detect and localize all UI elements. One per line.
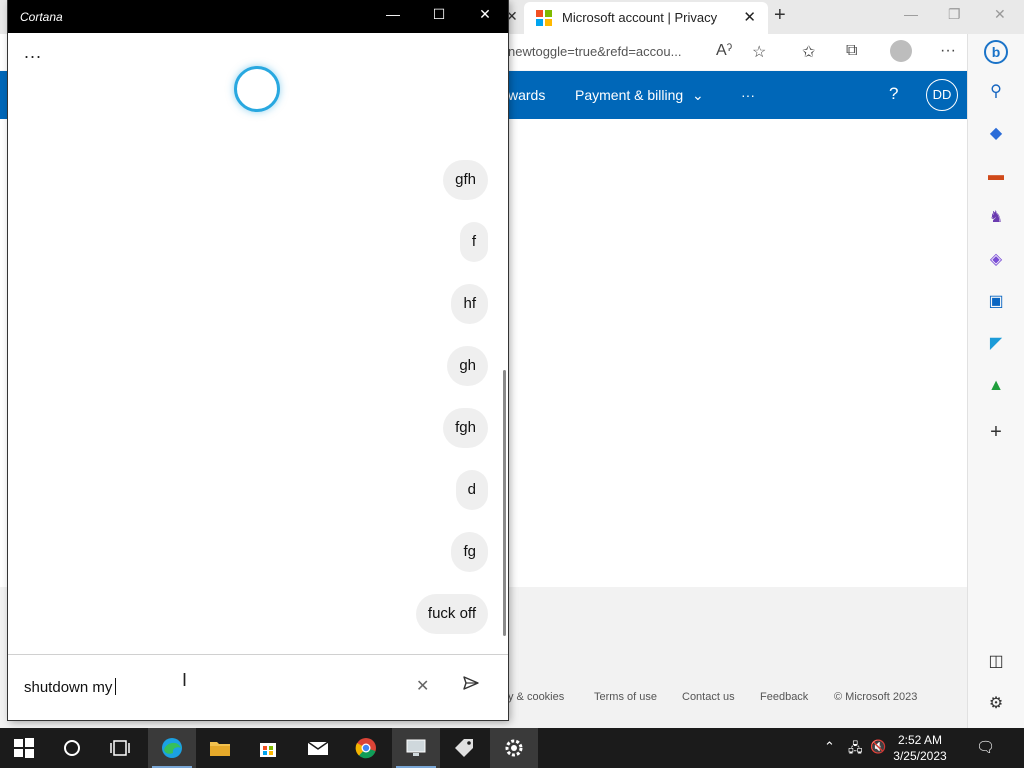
collections-icon[interactable]: ⧉: [846, 42, 857, 60]
store-button[interactable]: [244, 728, 292, 768]
minimize-button[interactable]: —: [378, 6, 408, 26]
new-tab-button[interactable]: +: [774, 4, 786, 27]
browser-restore-button[interactable]: ❐: [948, 6, 961, 23]
footer-feedback-link[interactable]: Feedback: [760, 691, 808, 703]
edge-sidebar: b ⚲ ◆ ▬ ♞ ◈ ▣ ◤ ▲ + ◫ ⚙: [967, 34, 1024, 728]
search-icon[interactable]: ⚲: [986, 82, 1006, 102]
cortana-title: Cortana: [20, 10, 63, 24]
user-message: hf: [451, 284, 488, 324]
tab-close-icon[interactable]: ✕: [743, 8, 756, 26]
nav-rewards[interactable]: wards: [508, 87, 545, 103]
user-message: f: [459, 222, 488, 262]
cortana-ring-icon: [234, 66, 280, 112]
account-avatar[interactable]: DD: [926, 79, 958, 111]
plus-icon[interactable]: +: [986, 422, 1006, 442]
volume-muted-icon[interactable]: 🔇: [870, 739, 886, 755]
show-hidden-icons-icon[interactable]: ⌃: [824, 739, 835, 755]
user-message: fuck off: [415, 594, 488, 634]
send-button[interactable]: [462, 674, 480, 692]
network-icon[interactable]: 🖧: [848, 739, 863, 761]
tab-title: Microsoft account | Privacy: [562, 10, 718, 25]
text-caret: [115, 678, 117, 695]
clock[interactable]: 2:52 AM 3/25/2023: [890, 732, 950, 764]
gear-icon: [505, 739, 523, 757]
outlook-icon[interactable]: ▣: [986, 292, 1006, 312]
cortana-circle-icon: [64, 740, 80, 756]
favorites-icon[interactable]: ✩: [802, 42, 815, 62]
remote-desktop-button[interactable]: [392, 728, 440, 768]
office-icon[interactable]: ◈: [986, 250, 1006, 270]
user-message: fg: [451, 532, 488, 572]
notifications-icon[interactable]: 🗨: [976, 738, 995, 756]
tab-microsoft-account[interactable]: Microsoft account | Privacy ✕: [524, 2, 768, 34]
tree-icon[interactable]: ▲: [986, 376, 1006, 396]
chat-scrollbar[interactable]: [503, 370, 506, 636]
chrome-icon: [355, 738, 376, 759]
footer-copyright: © Microsoft 2023: [834, 691, 918, 703]
settings-taskbar-button[interactable]: [490, 728, 538, 768]
nav-more[interactable]: ···: [741, 87, 755, 103]
footer-terms-link[interactable]: Terms of use: [594, 691, 657, 703]
add-favorite-icon[interactable]: ☆: [752, 42, 766, 62]
mail-button[interactable]: [294, 728, 342, 768]
chrome-button[interactable]: [342, 728, 390, 768]
ibeam-cursor-icon: I: [182, 670, 188, 690]
more-options-icon[interactable]: ...: [24, 42, 42, 63]
help-button[interactable]: ?: [889, 84, 898, 104]
input-text: shutdown my: [24, 679, 113, 696]
clock-time: 2:52 AM: [897, 733, 943, 747]
store-icon: [260, 743, 276, 757]
chess-icon[interactable]: ♞: [986, 208, 1006, 228]
edge-taskbar-button[interactable]: [148, 728, 196, 768]
cortana-window: Cortana — ☐ ✕ ... gfh f hf gh fgh d fg f…: [8, 0, 508, 720]
maximize-button[interactable]: ☐: [424, 6, 454, 26]
mail-icon: [307, 741, 329, 755]
folder-icon: [210, 742, 230, 756]
task-view-icon: [110, 740, 130, 756]
taskbar: ⌃ 🖧 🔇 2:52 AM 3/25/2023 🗨: [0, 728, 1024, 768]
microsoft-logo-icon: [536, 10, 552, 26]
cortana-input[interactable]: shutdown my: [24, 678, 117, 696]
split-screen-icon[interactable]: ◫: [986, 652, 1006, 672]
file-explorer-button[interactable]: [196, 728, 244, 768]
browser-minimize-button[interactable]: —: [904, 6, 918, 22]
chevron-down-icon[interactable]: ⌄: [692, 87, 704, 104]
user-message: fgh: [443, 408, 488, 448]
task-view-button[interactable]: [96, 728, 144, 768]
cortana-taskbar-button[interactable]: [48, 728, 96, 768]
edge-icon: [162, 738, 182, 758]
footer-contact-link[interactable]: Contact us: [682, 691, 735, 703]
toolbox-icon[interactable]: ▬: [986, 166, 1006, 186]
tag-icon: [455, 739, 473, 757]
user-message: d: [455, 470, 488, 510]
tags-app-button[interactable]: [440, 728, 488, 768]
settings-icon[interactable]: ⚙: [986, 694, 1006, 714]
input-divider: [8, 654, 508, 655]
user-message: gh: [447, 346, 488, 386]
cortana-titlebar: Cortana — ☐ ✕: [8, 0, 508, 33]
settings-more-icon[interactable]: ···: [940, 42, 956, 60]
start-button[interactable]: [0, 728, 48, 768]
monitor-icon: [406, 739, 426, 756]
send-icon[interactable]: ◤: [986, 334, 1006, 354]
tag-icon[interactable]: ◆: [986, 124, 1006, 144]
close-button[interactable]: ✕: [470, 6, 500, 26]
chat-history: gfh f hf gh fgh d fg fuck off: [8, 120, 508, 650]
footer-privacy-link[interactable]: y & cookies: [508, 691, 564, 703]
browser-close-button[interactable]: ✕: [994, 6, 1006, 23]
profile-avatar[interactable]: [890, 40, 912, 62]
clear-input-button[interactable]: ✕: [416, 676, 429, 696]
windows-logo-icon: [14, 738, 34, 758]
bing-icon[interactable]: b: [984, 40, 1008, 64]
read-aloud-icon[interactable]: A͏ˀ: [716, 42, 732, 60]
clock-date: 3/25/2023: [893, 749, 947, 763]
user-message: gfh: [443, 160, 488, 200]
url-field[interactable]: newtoggle=true&refd=accou...: [508, 44, 681, 59]
nav-payment-billing[interactable]: Payment & billing: [575, 87, 683, 103]
